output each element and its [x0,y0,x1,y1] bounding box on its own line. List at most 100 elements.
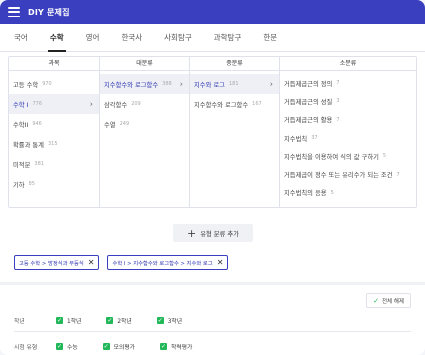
selected-chip: 수학 I > 지수함수와 로그함수 > 지수와 로그 ✕ [107,255,229,270]
minor-column: 소분류 거듭제곱근의 정의 7 거듭제곱근의 성질 3 거듭제곱근의 활용 7 지수법… [280,57,416,207]
item-count: 7 [336,80,340,87]
minor-item[interactable]: 거듭제곱근의 정의 7 [280,74,416,92]
tab-science[interactable]: 과학탐구 [214,32,242,51]
minor-item[interactable]: 지수법칙을 이용하여 식의 값 구하기 5 [280,147,416,165]
add-type-label: 유형 분류 추가 [200,230,239,238]
item-label: 지수함수와 로그함수 [104,81,159,89]
deselect-all-button[interactable]: ✓ 전체 해제 [366,293,411,308]
tab-math[interactable]: 수학 [47,32,66,52]
subject-item[interactable]: 확률과 통계 315 [9,134,99,154]
page-title: DIY 문제집 [28,7,70,17]
item-label: 고등 수학 [13,81,39,89]
tab-korean-history[interactable]: 한국사 [121,32,142,51]
column-header: 과목 [9,57,99,71]
option-label: 3학년 [167,319,183,325]
checkbox-checked-icon: ✓ [156,317,164,324]
section-divider [0,282,425,285]
chevron-right-icon: › [179,79,183,89]
middle-item-selected[interactable]: 지수와 로그 181 › [190,74,279,94]
item-label: 수학II [13,121,29,129]
chevron-right-icon: › [89,99,93,109]
major-item[interactable]: 삼각함수 209 [100,94,189,114]
subject-item[interactable]: 기하 85 [9,174,99,194]
column-header: 소분류 [280,57,416,71]
item-count: 209 [131,101,141,107]
column-header: 중분류 [190,57,279,71]
major-column: 대분류 지수함수와 로그함수 388 › 삼각함수 209 수열 249 [100,57,190,207]
item-label: 지수법칙의 응용 [284,190,327,198]
tab-english[interactable]: 영어 [86,32,100,51]
item-count: 167 [252,101,262,107]
minor-item[interactable]: 지수법칙의 응용 5 [280,184,416,202]
item-label: 지수법칙을 이용하여 식의 값 구하기 [284,153,379,161]
item-count: 381 [34,161,44,167]
close-icon[interactable]: ✕ [217,258,224,267]
minor-item[interactable]: 지수법칙 37 [280,129,416,147]
selected-chip: 고등 수학 > 방정식과 부등식 ✕ [14,255,100,270]
item-count: 7 [336,116,340,123]
checkbox-checked-icon: ✓ [56,317,63,324]
option-label: 학력평가 [171,345,193,351]
subject-column: 과목 고등 수학 970 수학 I 776 › 수학II 946 확률과 통계 315 미… [9,57,100,207]
item-label: 미적분 [13,161,31,169]
deselect-all-label: 전체 해제 [382,298,404,305]
item-count: 776 [32,101,42,107]
item-count: 315 [47,141,58,147]
middle-item[interactable]: 지수함수와 로그함수 167 [190,94,279,114]
add-type-button[interactable]: + 유형 분류 추가 [173,224,253,242]
checkbox-checked-icon: ✓ [102,343,110,350]
item-count: 388 [162,81,172,87]
major-item-selected[interactable]: 지수함수와 로그함수 388 › [100,74,189,94]
item-label: 거듭제곱이 정수 또는 유리수가 되는 조건 [284,172,393,180]
item-count: 946 [32,121,42,127]
grade-option[interactable]: ✓ 3학년 [156,316,183,325]
item-label: 확률과 통계 [13,141,44,149]
filter-label: 학년 [14,319,25,325]
option-label: 모의평가 [113,345,136,351]
checkbox-checked-icon: ✓ [160,343,168,350]
grade-filter: 학년 ✓ 1학년 ✓ 2학년 ✓ 3학년 [14,316,207,325]
item-count: 5 [330,189,334,196]
exam-type-filter: 시험 유형 ✓ 수능 ✓ 모의평가 ✓ 학력평가 [14,342,217,351]
grade-option[interactable]: ✓ 2학년 [106,316,132,325]
subject-item[interactable]: 수학II 946 [9,114,99,134]
exam-option[interactable]: ✓ 모의평가 [102,342,136,351]
item-count: 85 [28,181,35,187]
major-item[interactable]: 수열 249 [100,114,189,134]
exam-option[interactable]: ✓ 학력평가 [160,342,192,351]
item-label: 거듭제곱근의 성질 [284,98,333,106]
item-count: 249 [119,121,130,127]
option-label: 1학년 [67,319,82,325]
filter-label: 시험 유형 [14,345,38,351]
item-count: 970 [42,81,52,87]
item-count: 5 [382,153,387,160]
option-label: 수능 [67,345,78,351]
tab-korean[interactable]: 국어 [14,32,28,51]
selected-chips: 고등 수학 > 방정식과 부등식 ✕ 수학 I > 지수함수와 로그함수 > 지… [14,255,236,270]
tab-social-studies[interactable]: 사회탐구 [164,32,192,51]
item-label: 거듭제곱근의 활용 [284,117,333,125]
column-header: 대분류 [100,57,189,71]
checkbox-checked-icon: ✓ [106,317,114,324]
item-label: 지수와 로그 [194,81,225,89]
item-label: 기하 [13,181,25,189]
checkbox-checked-icon: ✓ [56,343,63,350]
item-label: 지수법칙 [284,135,308,143]
exam-option[interactable]: ✓ 수능 [56,342,78,351]
grade-option[interactable]: ✓ 1학년 [56,316,81,325]
minor-item[interactable]: 거듭제곱근의 활용 7 [280,111,416,129]
minor-item[interactable]: 거듭제곱이 정수 또는 유리수가 되는 조건 7 [280,165,416,183]
subject-item[interactable]: 미적분 381 [9,154,99,174]
tab-chinese-characters[interactable]: 한문 [263,32,277,51]
minor-item[interactable]: 거듭제곱근의 성질 3 [280,92,416,110]
item-label: 삼각함수 [104,101,128,109]
item-count: 7 [396,171,400,178]
subject-item-selected[interactable]: 수학 I 776 › [9,94,99,114]
close-icon[interactable]: ✕ [88,258,95,267]
category-table: 과목 고등 수학 970 수학 I 776 › 수학II 946 확률과 통계 315 미… [8,56,417,208]
hamburger-icon[interactable] [8,7,20,17]
filter-divider [14,331,411,332]
item-label: 수열 [104,121,116,129]
subject-item[interactable]: 고등 수학 970 [9,74,99,94]
item-count: 3 [336,98,340,105]
